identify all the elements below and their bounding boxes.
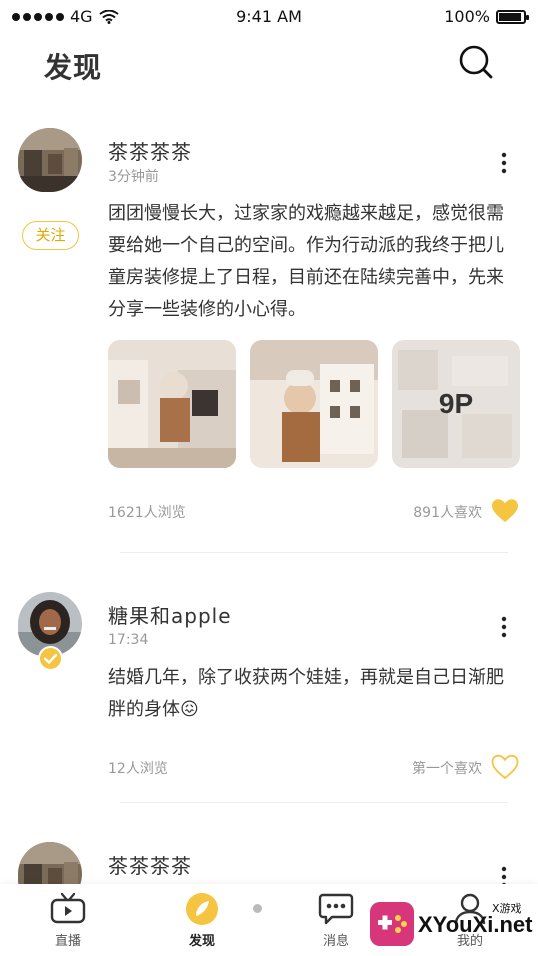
battery-percent: 100% xyxy=(444,7,490,26)
status-bar: 4G 9:41 AM 100% xyxy=(0,0,538,32)
more-icon[interactable] xyxy=(496,152,512,174)
like-count: 891人喜欢 xyxy=(413,505,482,521)
chat-icon xyxy=(318,893,354,925)
photo-count-label: 9P xyxy=(438,388,474,419)
page-title: 发现 xyxy=(44,51,103,84)
watermark-logo-icon xyxy=(370,902,414,946)
watermark: XYouXi.net X游戏 xyxy=(360,890,538,956)
heart-filled-icon[interactable] xyxy=(491,498,519,524)
more-icon[interactable] xyxy=(496,616,512,638)
divider xyxy=(120,552,508,553)
follow-button[interactable]: 关注 xyxy=(22,221,79,250)
username[interactable]: 糖果和apple xyxy=(108,600,232,629)
username[interactable]: 茶茶茶茶 xyxy=(108,850,192,879)
post-time: 17:34 xyxy=(108,632,149,648)
tab-label: 直播 xyxy=(54,934,81,949)
post-content: 团团慢慢长大，过家家的戏瘾越来越足，感觉很需要给她一个自己的空间。作为行动派的我… xyxy=(108,203,504,320)
heart-outline-icon[interactable] xyxy=(491,754,519,780)
watermark-small: X游戏 xyxy=(492,902,522,915)
username[interactable]: 茶茶茶茶 xyxy=(108,136,192,165)
page-header: 发现 xyxy=(0,32,538,96)
post-content: 结婚几年，除了收获两个娃娃，再就是自己日渐肥胖的身体😖 xyxy=(108,667,504,720)
tab-live[interactable]: 直播 xyxy=(28,892,108,949)
battery-icon xyxy=(496,9,529,24)
view-count: 12人浏览 xyxy=(108,761,168,777)
view-count: 1621人浏览 xyxy=(108,505,186,521)
like-count: 第一个喜欢 xyxy=(412,761,482,777)
divider xyxy=(120,802,508,803)
tv-icon xyxy=(50,892,86,924)
page-indicator-dot xyxy=(253,904,262,913)
discover-icon xyxy=(186,893,218,925)
photo-thumbnail[interactable] xyxy=(250,340,378,468)
search-icon[interactable] xyxy=(458,44,494,80)
tab-discover[interactable]: 发现 xyxy=(162,892,242,949)
post-time: 3分钟前 xyxy=(108,169,159,185)
avatar[interactable] xyxy=(18,128,82,192)
photo-thumbnail[interactable] xyxy=(108,340,236,468)
tab-label: 发现 xyxy=(188,934,215,949)
more-photos-thumbnail[interactable]: 9P xyxy=(392,340,520,468)
photo-grid: 9P xyxy=(108,340,520,468)
verified-badge-icon xyxy=(38,646,63,671)
